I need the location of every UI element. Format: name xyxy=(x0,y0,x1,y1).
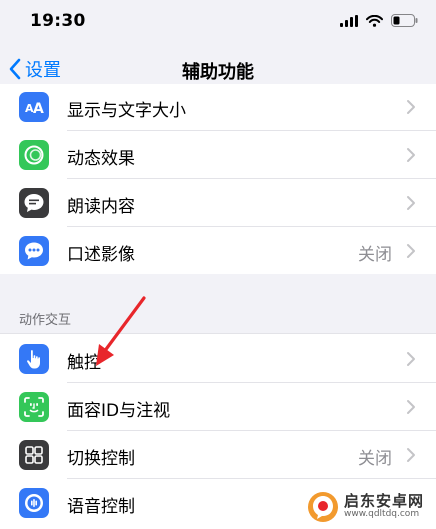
watermark-text: 启东安卓网 xyxy=(344,492,425,510)
watermark-logo-icon xyxy=(308,492,338,522)
battery-icon xyxy=(391,14,418,27)
page-title: 辅助功能 xyxy=(182,62,254,83)
chevron-right-icon xyxy=(407,400,415,414)
row-value: 关闭 xyxy=(358,245,392,265)
annotation-arrow-icon xyxy=(96,296,146,366)
row-label: 语音控制 xyxy=(67,497,135,517)
list-item-audio-descriptions[interactable]: 口述影像 关闭 xyxy=(0,227,436,275)
voice-control-icon xyxy=(19,488,49,518)
face-id-icon xyxy=(19,392,49,422)
switch-control-icon xyxy=(19,440,49,470)
hand-touch-icon xyxy=(19,344,49,374)
chevron-right-icon xyxy=(407,448,415,462)
list-item-touch[interactable]: 触控 xyxy=(0,334,436,382)
list-item-switch-control[interactable]: 切换控制 关闭 xyxy=(0,431,436,479)
chevron-right-icon xyxy=(407,244,415,258)
chevron-right-icon xyxy=(407,196,415,210)
signal-icon xyxy=(340,14,358,27)
row-label: 动态效果 xyxy=(67,149,135,169)
list-item-face-id-attention[interactable]: 面容ID与注视 xyxy=(0,383,436,431)
status-time: 19:30 xyxy=(30,11,86,31)
chevron-right-icon xyxy=(407,100,415,114)
vision-settings-group: A A 显示与文字大小 动态效果 朗读内容 口述影像 关闭 xyxy=(0,84,436,274)
row-label: 口述影像 xyxy=(67,245,135,265)
watermark-url: www.qdltdq.com xyxy=(344,509,420,519)
row-value: 关闭 xyxy=(358,449,392,469)
chevron-right-icon xyxy=(407,148,415,162)
row-label: 朗读内容 xyxy=(67,197,135,217)
row-label: 切换控制 xyxy=(67,449,135,469)
status-bar: 19:30 xyxy=(0,0,436,44)
audio-description-icon xyxy=(19,236,49,266)
svg-text:A: A xyxy=(33,101,44,117)
list-item-spoken-content[interactable]: 朗读内容 xyxy=(0,179,436,227)
text-size-icon: A A xyxy=(19,92,49,122)
watermark: 启东安卓网 www.qdltdq.com xyxy=(304,488,430,526)
speech-bubble-icon xyxy=(19,188,49,218)
list-item-motion[interactable]: 动态效果 xyxy=(0,131,436,179)
section-header: 动作交互 xyxy=(19,313,72,328)
wifi-icon xyxy=(366,14,383,27)
list-item-display-text-size[interactable]: A A 显示与文字大小 xyxy=(0,84,436,132)
status-icons xyxy=(340,14,418,27)
motion-icon xyxy=(19,140,49,170)
row-label: 显示与文字大小 xyxy=(67,101,186,121)
chevron-right-icon xyxy=(407,352,415,366)
row-label: 面容ID与注视 xyxy=(67,401,171,421)
